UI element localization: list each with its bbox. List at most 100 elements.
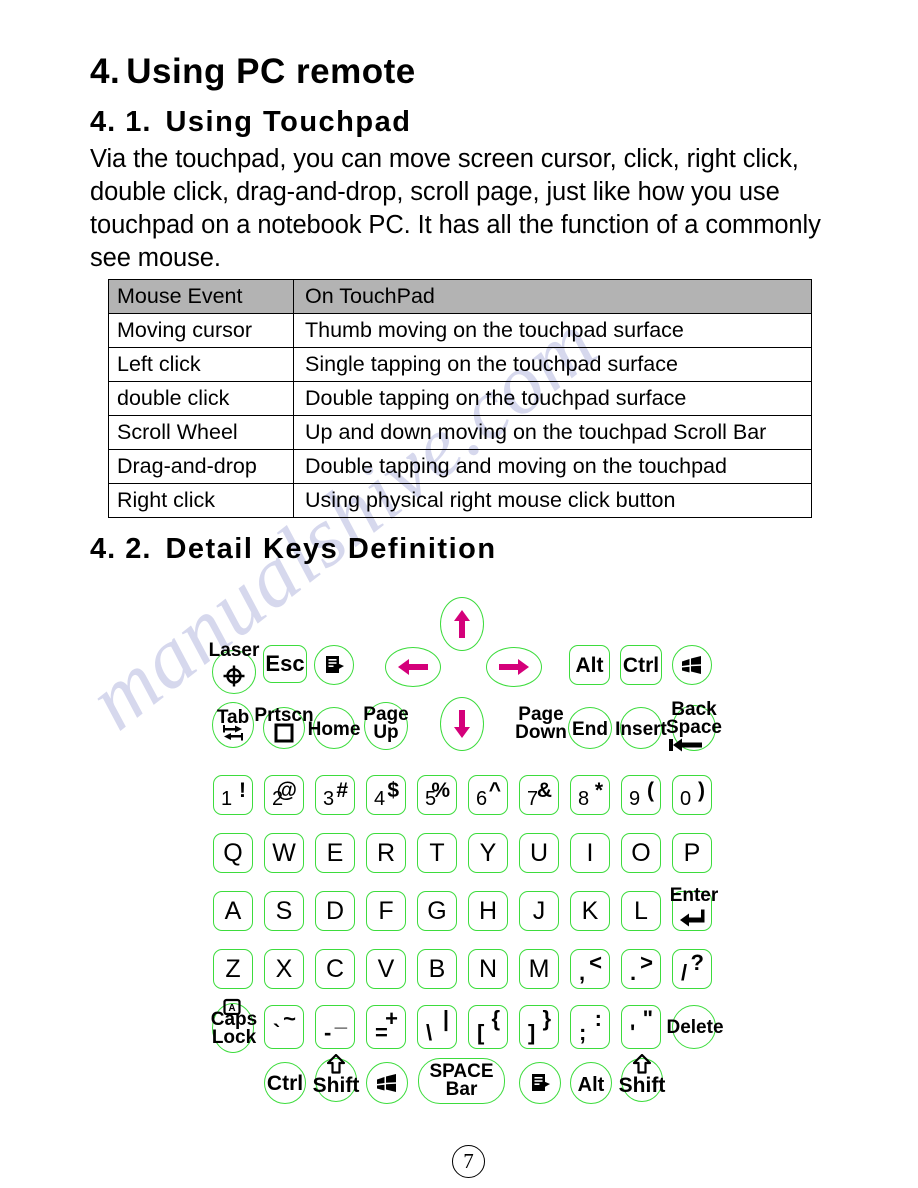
key-t[interactable]: T: [417, 833, 457, 873]
arrow-down-icon: [452, 709, 472, 739]
key-arrow-right[interactable]: [486, 647, 542, 687]
key-a[interactable]: A: [213, 891, 253, 931]
key-minus-base: -: [324, 1020, 332, 1045]
key-n[interactable]: N: [468, 949, 508, 989]
table-row: Moving cursor Thumb moving on the touchp…: [108, 313, 812, 348]
key-prtscn[interactable]: [263, 707, 305, 749]
key-shift-left[interactable]: [315, 1058, 357, 1102]
mouse-event-table: Mouse Event On TouchPad Moving cursor Th…: [108, 279, 812, 518]
key-2[interactable]: 2 @: [264, 775, 304, 815]
key-e[interactable]: E: [315, 833, 355, 873]
table-cell-event: Right click: [108, 483, 294, 518]
key-w[interactable]: W: [264, 833, 304, 873]
table-header-cell: On TouchPad: [293, 279, 812, 314]
key-semicolon-base: ;: [579, 1020, 587, 1045]
key-minus[interactable]: - _: [315, 1005, 355, 1049]
key-insert[interactable]: [620, 707, 662, 749]
key-tab[interactable]: [212, 702, 254, 748]
key-home[interactable]: [313, 707, 355, 749]
menu-document-icon: [323, 654, 345, 676]
key-end[interactable]: [568, 707, 612, 749]
key-6[interactable]: 6 ^: [468, 775, 508, 815]
key-b[interactable]: B: [417, 949, 457, 989]
key-k[interactable]: K: [570, 891, 610, 931]
key-p-label: P: [683, 838, 701, 867]
key-g-label: G: [427, 896, 447, 925]
key-z[interactable]: Z: [213, 949, 253, 989]
key-arrow-down[interactable]: [440, 697, 484, 751]
key-menu-app-bottom[interactable]: [519, 1062, 561, 1104]
key-m[interactable]: M: [519, 949, 559, 989]
key-alt-bottom[interactable]: [570, 1062, 612, 1104]
key-q[interactable]: Q: [213, 833, 253, 873]
key-esc-label: Esc: [265, 651, 305, 676]
key-space-bar[interactable]: SPACE Bar: [418, 1058, 505, 1104]
key-0[interactable]: 0): [672, 775, 712, 815]
table-cell-event: Scroll Wheel: [108, 415, 294, 450]
key-equals[interactable]: = +: [366, 1005, 406, 1049]
key-enter[interactable]: [672, 891, 712, 931]
key-delete[interactable]: [672, 1005, 716, 1049]
key-c[interactable]: C: [315, 949, 355, 989]
table-header-row: Mouse Event On TouchPad: [108, 279, 812, 314]
key-7[interactable]: 7 &: [519, 775, 559, 815]
key-x[interactable]: X: [264, 949, 304, 989]
key-page-down-label[interactable]: Page Down: [510, 705, 572, 742]
table-cell-action: Double tapping on the touchpad surface: [293, 381, 812, 416]
key-caps-lock[interactable]: [212, 1003, 254, 1053]
key-backspace[interactable]: [672, 705, 716, 751]
key-arrow-up[interactable]: [440, 597, 484, 651]
key-windows-bottom[interactable]: [366, 1062, 408, 1104]
key-menu-app[interactable]: [314, 645, 354, 685]
key-o[interactable]: O: [621, 833, 661, 873]
table-cell-action: Using physical right mouse click button: [293, 483, 812, 518]
key-bracket-left[interactable]: [{: [468, 1005, 508, 1049]
key-alt-right-upper[interactable]: Alt: [569, 645, 610, 685]
key-d[interactable]: D: [315, 891, 355, 931]
key-p[interactable]: P: [672, 833, 712, 873]
key-shift-right[interactable]: [621, 1058, 663, 1102]
key-5-shift: %: [431, 779, 450, 802]
key-y[interactable]: Y: [468, 833, 508, 873]
key-l[interactable]: L: [621, 891, 661, 931]
key-8[interactable]: 8 *: [570, 775, 610, 815]
key-arrow-left[interactable]: [385, 647, 441, 687]
key-1[interactable]: 1!: [213, 775, 253, 815]
key-u[interactable]: U: [519, 833, 559, 873]
key-h[interactable]: H: [468, 891, 508, 931]
key-9-base: 9: [629, 788, 641, 810]
key-backslash[interactable]: \ |: [417, 1005, 457, 1049]
key-space-bar-label: SPACE Bar: [419, 1062, 504, 1099]
key-page-up[interactable]: [364, 702, 408, 750]
key-s[interactable]: S: [264, 891, 304, 931]
key-quote[interactable]: ' ": [621, 1005, 661, 1049]
key-5[interactable]: 5%: [417, 775, 457, 815]
tab-arrows-icon: [223, 724, 243, 741]
key-l-label: L: [634, 896, 648, 925]
key-g[interactable]: G: [417, 891, 457, 931]
table-row: Left click Single tapping on the touchpa…: [108, 347, 812, 382]
key-quote-base: ': [630, 1020, 636, 1045]
key-semicolon[interactable]: ;:: [570, 1005, 610, 1049]
key-windows-upper[interactable]: [672, 645, 712, 685]
key-backquote[interactable]: ` ~: [264, 1005, 304, 1049]
key-laser[interactable]: [212, 650, 256, 694]
key-quote-shift: ": [642, 1006, 653, 1031]
key-f[interactable]: F: [366, 891, 406, 931]
key-ctrl-bottom[interactable]: [264, 1062, 306, 1104]
key-x-label: X: [275, 954, 293, 983]
key-r[interactable]: R: [366, 833, 406, 873]
key-j[interactable]: J: [519, 891, 559, 931]
key-comma[interactable]: , <: [570, 949, 610, 989]
key-ctrl-upper[interactable]: Ctrl: [620, 645, 662, 685]
key-9[interactable]: 9(: [621, 775, 661, 815]
key-v[interactable]: V: [366, 949, 406, 989]
key-esc[interactable]: Esc: [263, 645, 307, 683]
key-bracket-right[interactable]: ]}: [519, 1005, 559, 1049]
key-3[interactable]: 3 #: [315, 775, 355, 815]
key-semicolon-shift: :: [594, 1006, 602, 1031]
key-slash[interactable]: /?: [672, 949, 712, 989]
key-i[interactable]: I: [570, 833, 610, 873]
key-4[interactable]: 4 $: [366, 775, 406, 815]
key-period[interactable]: . >: [621, 949, 661, 989]
